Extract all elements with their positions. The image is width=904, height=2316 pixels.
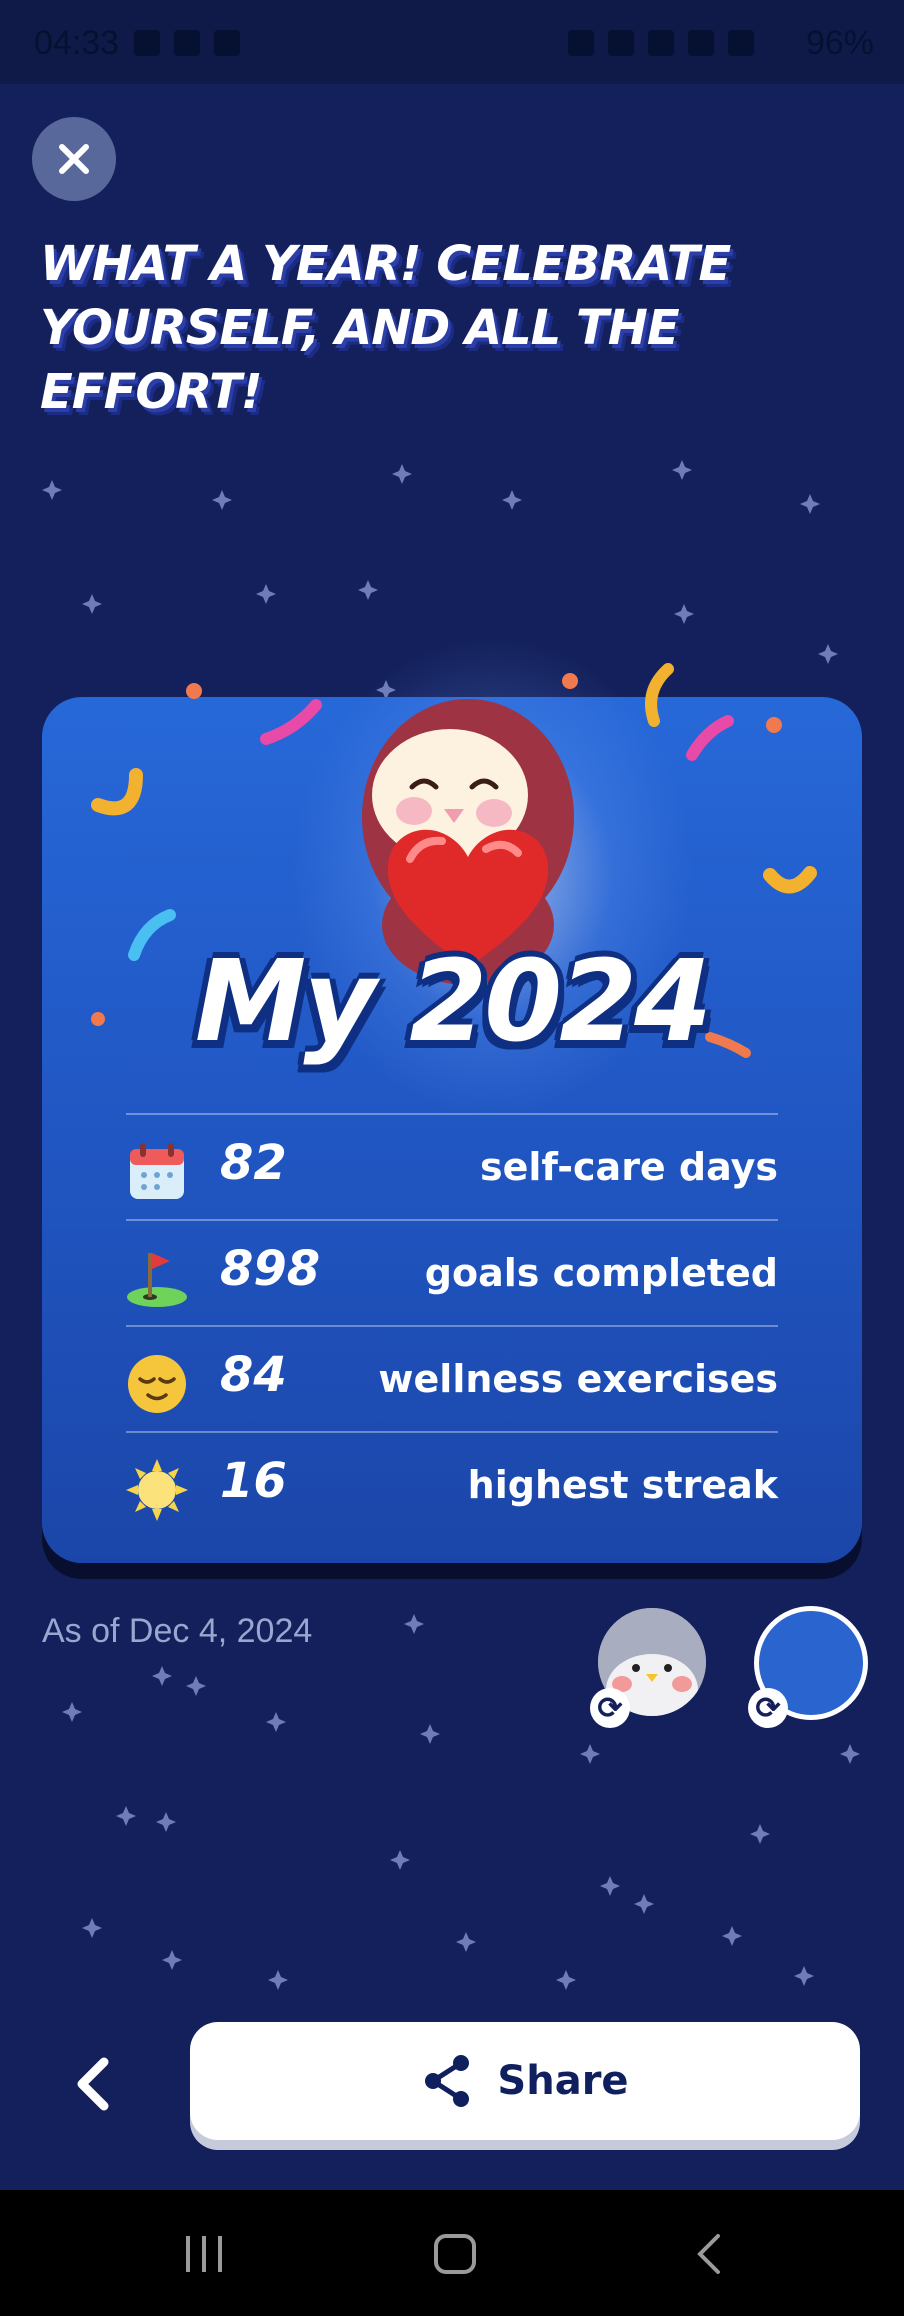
sun-icon bbox=[126, 1459, 188, 1521]
stat-row-highest-streak: 16 highest streak bbox=[126, 1431, 778, 1537]
share-icon bbox=[425, 2055, 470, 2107]
stat-value: 16 bbox=[220, 1453, 287, 1509]
status-time: 04:33 bbox=[34, 24, 120, 62]
stat-value: 82 bbox=[220, 1135, 287, 1191]
wifi-icon bbox=[688, 30, 714, 56]
battery-saver-icon bbox=[608, 30, 634, 56]
stat-label: wellness exercises bbox=[378, 1357, 778, 1401]
year-summary-card: My 2024 82 self-care days 898 goals comp… bbox=[42, 637, 862, 1563]
calendar-icon bbox=[130, 1143, 184, 1199]
as-of-date: As of Dec 4, 2024 bbox=[42, 1612, 313, 1650]
signal-icon bbox=[728, 30, 754, 56]
headline: WHAT A YEAR! CELEBRATE YOURSELF, AND ALL… bbox=[40, 236, 731, 420]
stat-label: highest streak bbox=[467, 1463, 778, 1507]
refresh-avatar-icon[interactable]: ⟳ bbox=[590, 1688, 630, 1728]
stat-label: self-care days bbox=[479, 1145, 778, 1189]
stats-list: 82 self-care days 898 goals completed 84… bbox=[126, 1113, 778, 1537]
snowman-icon bbox=[214, 30, 240, 56]
close-button[interactable] bbox=[32, 117, 116, 201]
close-icon bbox=[59, 144, 89, 174]
mute-icon bbox=[648, 30, 674, 56]
stat-value: 84 bbox=[220, 1347, 287, 1403]
stat-label: goals completed bbox=[424, 1251, 778, 1295]
stat-row-wellness-exercises: 84 wellness exercises bbox=[126, 1325, 778, 1431]
recent-apps-icon[interactable] bbox=[180, 2230, 228, 2278]
stat-value: 898 bbox=[220, 1241, 321, 1297]
stat-row-goals-completed: 898 goals completed bbox=[126, 1219, 778, 1325]
card-title: My 2024 bbox=[194, 937, 712, 1067]
battery-level: 96% bbox=[805, 24, 874, 62]
back-button[interactable] bbox=[60, 2048, 124, 2120]
golf-flag-icon bbox=[127, 1253, 187, 1307]
chevron-left-icon bbox=[77, 2057, 109, 2111]
stat-row-self-care-days: 82 self-care days bbox=[126, 1113, 778, 1219]
relieved-face-icon bbox=[128, 1355, 186, 1413]
home-icon[interactable] bbox=[432, 2230, 480, 2278]
refresh-color-icon[interactable]: ⟳ bbox=[748, 1688, 788, 1728]
key-icon bbox=[568, 30, 594, 56]
status-bar: 04:33 96% bbox=[0, 0, 904, 84]
system-nav-bar bbox=[0, 2190, 904, 2316]
image-icon bbox=[134, 30, 160, 56]
task-icon bbox=[174, 30, 200, 56]
share-button[interactable]: Share bbox=[190, 2022, 860, 2140]
system-back-icon[interactable] bbox=[690, 2230, 730, 2278]
share-label: Share bbox=[497, 2058, 629, 2104]
